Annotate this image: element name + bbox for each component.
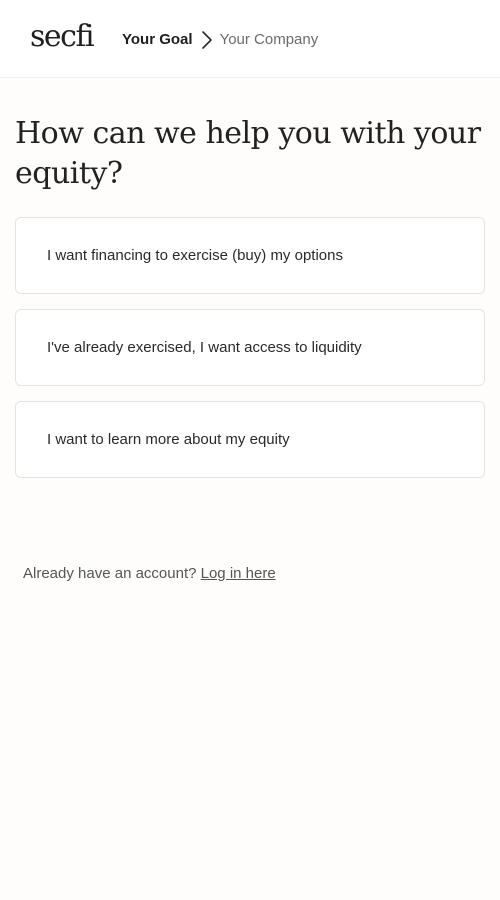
breadcrumb-current-step: Your Goal <box>122 31 193 48</box>
login-prompt-text: Already have an account? <box>23 565 197 582</box>
option-label: I've already exercised, I want access to… <box>47 339 362 356</box>
login-prompt-line: Already have an account? Log in here <box>23 563 276 585</box>
page-title: How can we help you with your equity? <box>15 116 481 191</box>
option-financing-exercise[interactable]: I want financing to exercise (buy) my op… <box>15 217 485 294</box>
top-header: secfi Your Goal Your Company <box>0 0 500 78</box>
login-link[interactable]: Log in here <box>201 565 276 582</box>
main-content: How can we help you with your equity? I … <box>0 78 500 900</box>
option-label: I want to learn more about my equity <box>47 431 290 448</box>
breadcrumb: Your Goal Your Company <box>122 29 318 51</box>
secfi-logo[interactable]: secfi <box>30 17 95 57</box>
option-label: I want financing to exercise (buy) my op… <box>47 247 343 264</box>
option-learn-equity[interactable]: I want to learn more about my equity <box>15 401 485 478</box>
goal-options: I want financing to exercise (buy) my op… <box>15 217 485 493</box>
chevron-right-icon <box>198 29 216 51</box>
option-liquidity-access[interactable]: I've already exercised, I want access to… <box>15 309 485 386</box>
breadcrumb-next-step: Your Company <box>219 31 319 48</box>
